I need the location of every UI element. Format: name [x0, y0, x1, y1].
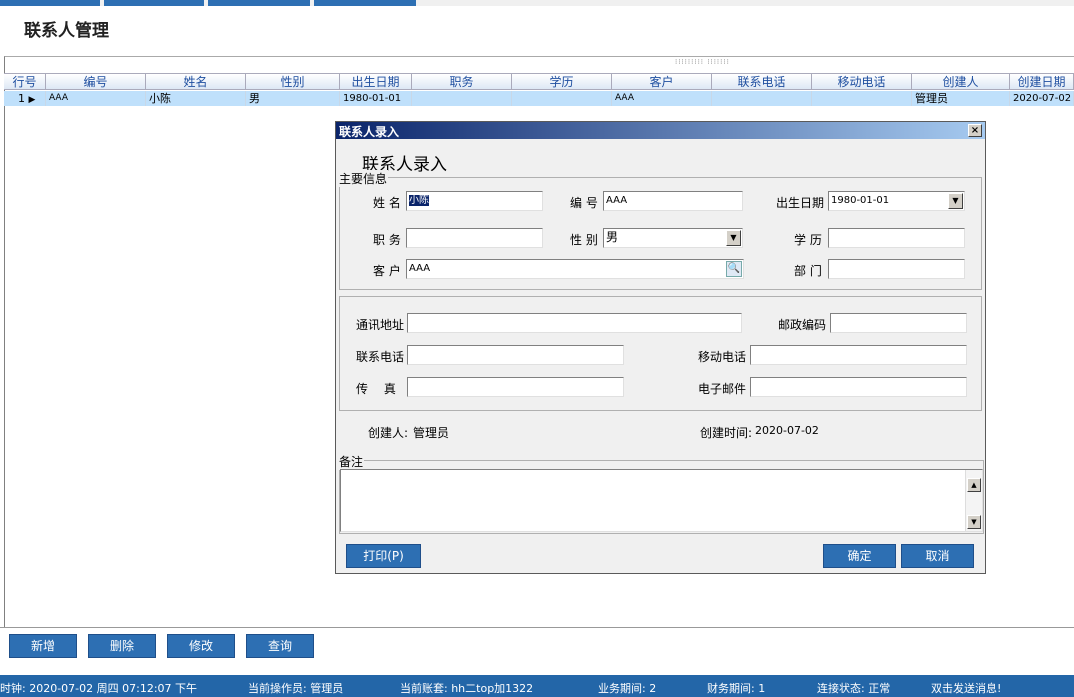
status-operator: 当前操作员: 管理员: [248, 682, 344, 695]
gender-label: 性 别: [570, 233, 598, 247]
birth-value: 1980-01-01: [831, 195, 890, 206]
phone-label: 联系电话: [356, 350, 405, 364]
cell-education[interactable]: [512, 91, 612, 106]
top-tab-1[interactable]: [0, 0, 100, 6]
grid-header: 行号 编号 姓名 性别 出生日期 职务 学历 客户 联系电话 移动电话 创建人 …: [4, 73, 1074, 90]
phone-field[interactable]: [407, 345, 624, 365]
cell-birth[interactable]: 1980-01-01: [340, 91, 412, 106]
title-field[interactable]: [406, 228, 543, 248]
memo-legend: 备注: [338, 453, 365, 470]
memo-textarea[interactable]: ▲ ▼: [340, 469, 983, 532]
address-label: 通讯地址: [356, 318, 405, 332]
cell-mobile[interactable]: [812, 91, 912, 106]
fax-label: 传 真: [356, 382, 396, 396]
scroll-up-icon[interactable]: ▲: [967, 478, 981, 492]
top-tab-3[interactable]: [208, 0, 310, 6]
col-header[interactable]: 学历: [512, 74, 612, 90]
customer-value: AAA: [409, 263, 431, 274]
cell-customer[interactable]: AAA: [612, 91, 712, 106]
col-header[interactable]: 性别: [246, 74, 340, 90]
cell-code[interactable]: AAA: [46, 91, 146, 106]
zip-field[interactable]: [830, 313, 967, 333]
query-button[interactable]: 查询: [246, 634, 314, 658]
status-biz-period: 业务期间: 2: [598, 682, 657, 695]
col-header[interactable]: 移动电话: [812, 74, 912, 90]
col-header[interactable]: 创建日期: [1010, 74, 1074, 90]
page-title: 联系人管理: [24, 21, 109, 41]
cell-created[interactable]: 2020-07-02: [1010, 91, 1074, 106]
top-tab-strip: [0, 0, 1074, 6]
chevron-down-icon[interactable]: ▼: [948, 193, 963, 209]
name-label: 姓 名: [373, 196, 401, 210]
col-header[interactable]: 姓名: [146, 74, 246, 90]
main-info-legend: 主要信息: [338, 170, 389, 187]
education-label: 学 历: [794, 233, 822, 247]
code-label: 编 号: [570, 196, 598, 210]
status-fin-period: 财务期间: 1: [707, 682, 766, 695]
col-header[interactable]: 出生日期: [340, 74, 412, 90]
delete-button[interactable]: 删除: [88, 634, 156, 658]
birth-date-picker[interactable]: 1980-01-01 ▼: [828, 191, 965, 211]
print-button[interactable]: 打印(P): [346, 544, 421, 568]
row-indicator-icon: ▶: [28, 95, 36, 105]
row-number: 1: [18, 92, 25, 105]
cell-name[interactable]: 小陈: [146, 91, 246, 106]
mobile-label: 移动电话: [698, 350, 747, 364]
memo-scrollbar[interactable]: ▲ ▼: [965, 470, 982, 531]
fax-field[interactable]: [407, 377, 624, 397]
status-clock: 时钟: 2020-07-02 周四 07:12:07 下午: [0, 682, 198, 695]
dialog-title: 联系人录入: [339, 125, 400, 139]
birth-label: 出生日期: [776, 196, 825, 210]
dept-label: 部 门: [794, 264, 822, 278]
search-icon[interactable]: 🔍: [726, 261, 742, 277]
scroll-down-icon[interactable]: ▼: [967, 515, 981, 529]
customer-label: 客 户: [373, 264, 401, 278]
customer-field[interactable]: AAA 🔍: [406, 259, 744, 279]
status-account: 当前账套: hh二top加1322: [400, 682, 534, 695]
education-field[interactable]: [828, 228, 965, 248]
address-field[interactable]: [407, 313, 742, 333]
email-field[interactable]: [750, 377, 967, 397]
zip-label: 邮政编码: [778, 318, 827, 332]
top-tab-4[interactable]: [314, 0, 416, 6]
created-time-value: 2020-07-02: [755, 424, 819, 437]
mobile-field[interactable]: [750, 345, 967, 365]
created-time-label: 创建时间:: [700, 426, 753, 440]
cell-title[interactable]: [412, 91, 512, 106]
name-value: 小陈: [409, 195, 429, 206]
email-label: 电子邮件: [698, 382, 747, 396]
col-header[interactable]: 行号: [4, 74, 46, 90]
creator-label: 创建人:: [368, 426, 409, 440]
edit-button[interactable]: 修改: [167, 634, 235, 658]
chevron-down-icon[interactable]: ▼: [726, 230, 741, 246]
gender-value: 男: [606, 230, 619, 244]
top-tab-2[interactable]: [104, 0, 204, 6]
code-field[interactable]: AAA: [603, 191, 743, 211]
dept-field[interactable]: [828, 259, 965, 279]
col-header[interactable]: 创建人: [912, 74, 1010, 90]
table-row[interactable]: 1 ▶ AAA 小陈 男 1980-01-01 AAA 管理员 2020-07-…: [4, 91, 1074, 106]
status-message[interactable]: 双击发送消息!: [931, 680, 1001, 696]
add-button[interactable]: 新增: [9, 634, 77, 658]
title-label: 职 务: [373, 233, 401, 247]
dialog-titlebar[interactable]: 联系人录入 ×: [336, 122, 985, 139]
col-header[interactable]: 编号: [46, 74, 146, 90]
close-icon[interactable]: ×: [968, 124, 982, 137]
col-header[interactable]: 职务: [412, 74, 512, 90]
bottom-separator: [0, 627, 1074, 628]
cell-gender[interactable]: 男: [246, 91, 340, 106]
name-field[interactable]: 小陈: [406, 191, 543, 211]
col-header[interactable]: 客户: [612, 74, 712, 90]
splitter-handle[interactable]: ⁞⁞⁞⁞⁞⁞⁞⁞⁞ ⁞⁞⁞⁞⁞⁞⁞: [675, 58, 730, 66]
creator-value: 管理员: [413, 426, 450, 440]
ok-button[interactable]: 确定: [823, 544, 896, 568]
status-bar: 时钟: 2020-07-02 周四 07:12:07 下午 当前操作员: 管理员…: [0, 675, 1074, 697]
gender-select[interactable]: 男 ▼: [603, 228, 743, 248]
cell-creator[interactable]: 管理员: [912, 91, 1010, 106]
col-header[interactable]: 联系电话: [712, 74, 812, 90]
status-connection: 连接状态: 正常: [817, 682, 891, 695]
contact-entry-dialog: 联系人录入 × 联系人录入 主要信息 姓 名 小陈 编 号 AAA 出生日期 1…: [335, 121, 986, 574]
cancel-button[interactable]: 取消: [901, 544, 974, 568]
cell-phone[interactable]: [712, 91, 812, 106]
